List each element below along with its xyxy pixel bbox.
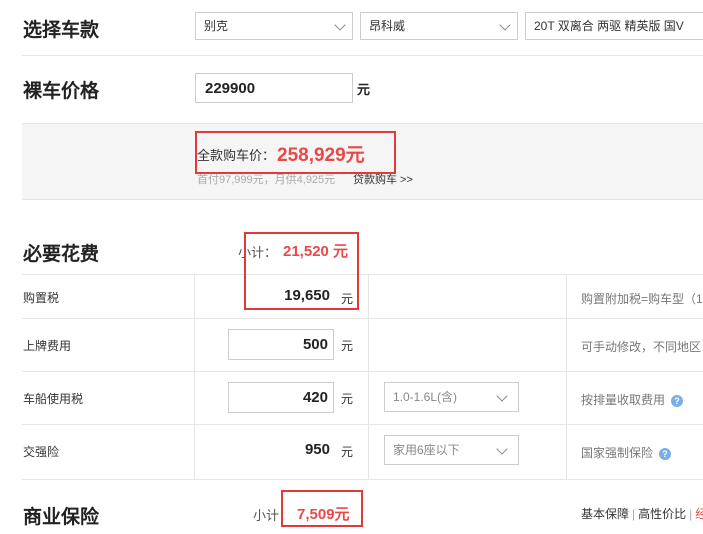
commercial-title: 商业保险 xyxy=(23,507,100,528)
highlight-box xyxy=(244,232,359,310)
chevron-down-icon xyxy=(334,19,346,31)
compulsory-insurance-unit: 元 xyxy=(341,445,354,459)
seat-select[interactable]: 家用6座以下 xyxy=(384,435,519,465)
select-model-title: 选择车款 xyxy=(23,20,100,41)
license-fee-unit: 元 xyxy=(341,339,354,353)
help-icon[interactable]: ? xyxy=(671,394,684,407)
brand-value: 别克 xyxy=(204,19,229,33)
divider xyxy=(22,274,703,275)
divider xyxy=(194,274,195,479)
vehicle-tax-value: 420 xyxy=(302,389,328,406)
seat-value: 家用6座以下 xyxy=(393,443,460,457)
series-select[interactable]: 昂科威 xyxy=(360,12,518,40)
series-value: 昂科威 xyxy=(369,19,406,33)
compulsory-insurance-value: 950 xyxy=(304,441,330,458)
compulsory-insurance-note: 国家强制保险? xyxy=(581,444,672,461)
divider xyxy=(368,274,369,479)
chevron-down-icon xyxy=(499,19,511,31)
tab-economy[interactable]: 经 xyxy=(695,507,703,521)
divider xyxy=(22,479,703,480)
brand-select[interactable]: 别克 xyxy=(195,12,353,40)
divider xyxy=(566,274,567,479)
help-icon[interactable]: ? xyxy=(659,447,672,460)
displacement-value: 1.0-1.6L(含) xyxy=(393,390,458,404)
compulsory-insurance-note-text: 国家强制保险 xyxy=(581,446,654,460)
highlight-box xyxy=(281,490,363,527)
license-fee-value: 500 xyxy=(302,336,328,353)
vehicle-tax-unit: 元 xyxy=(341,392,354,406)
row-label-compulsory-insurance: 交强险 xyxy=(23,445,60,459)
row-label-vehicle-tax: 车船使用税 xyxy=(23,392,84,406)
purchase-tax-note: 购置附加税=购车型（1 xyxy=(581,292,703,306)
divider xyxy=(22,424,703,425)
displacement-select[interactable]: 1.0-1.6L(含) xyxy=(384,382,519,412)
vehicle-tax-note-text: 按排量收取费用 xyxy=(581,393,666,407)
divider xyxy=(22,371,703,372)
insurance-tabs: 基本保障 | 高性价比 | 经 xyxy=(581,505,703,522)
divider xyxy=(22,318,703,319)
license-fee-note: 可手动修改，不同地区 xyxy=(581,340,702,354)
chevron-down-icon xyxy=(496,443,508,455)
vehicle-tax-input[interactable]: 420 xyxy=(228,382,334,413)
license-fee-input[interactable]: 500 xyxy=(228,329,334,360)
tab-separator: | xyxy=(689,507,693,521)
bare-price-unit: 元 xyxy=(357,82,371,97)
row-label-license-fee: 上牌费用 xyxy=(23,339,72,353)
highlight-box xyxy=(195,131,396,174)
bare-price-title: 裸车价格 xyxy=(23,81,100,102)
bare-price-input[interactable]: 229900 xyxy=(195,73,353,103)
model-select[interactable]: 20T 双离合 两驱 精英版 国V xyxy=(525,12,703,40)
tab-separator: | xyxy=(632,507,636,521)
divider xyxy=(22,55,703,56)
required-title: 必要花费 xyxy=(23,244,100,265)
bare-price-value: 229900 xyxy=(205,80,256,97)
tab-value[interactable]: 高性价比 xyxy=(638,507,686,521)
vehicle-tax-note: 按排量收取费用? xyxy=(581,391,684,408)
model-value: 20T 双离合 两驱 精英版 国V xyxy=(534,19,684,33)
row-label-purchase-tax: 购置税 xyxy=(23,291,60,305)
chevron-down-icon xyxy=(496,390,508,402)
tab-basic[interactable]: 基本保障 xyxy=(581,507,629,521)
